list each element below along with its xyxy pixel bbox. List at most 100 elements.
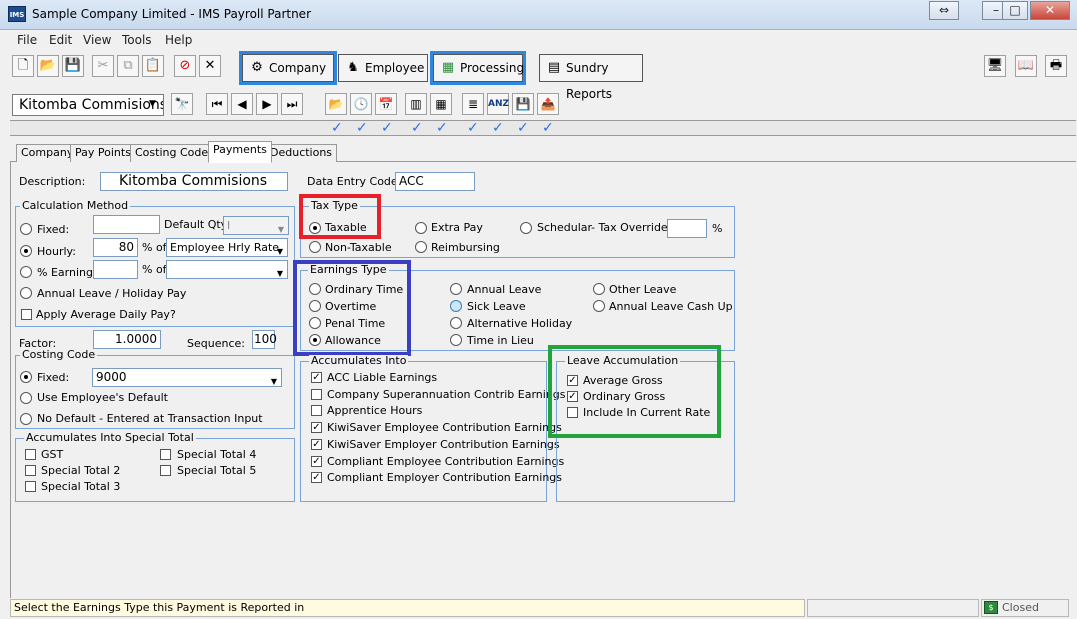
special-total-2-checkbox[interactable]: [25, 465, 36, 476]
hourly-label: Hourly:: [37, 245, 76, 258]
last-record-icon[interactable]: ⏭: [281, 93, 303, 115]
costing-code-select[interactable]: 9000 ▼: [92, 368, 282, 387]
gst-checkbox[interactable]: [25, 449, 36, 460]
tab-costing-codes[interactable]: Costing Codes: [130, 144, 219, 162]
leave-accumulation-item-checkbox[interactable]: ✓: [567, 391, 578, 402]
fixed-radio[interactable]: [20, 223, 32, 235]
use-default-radio[interactable]: [20, 392, 32, 404]
leave-accumulation-item-checkbox[interactable]: ✓: [567, 375, 578, 386]
annual-leave-radio[interactable]: [20, 287, 32, 299]
pct-earnings-radio[interactable]: [20, 266, 32, 278]
paste-icon[interactable]: 📋: [142, 55, 164, 77]
employee-button[interactable]: ♞ Employee: [338, 54, 428, 82]
penal-time-radio[interactable]: [309, 317, 321, 329]
prev-record-icon[interactable]: ◀: [231, 93, 253, 115]
first-record-icon[interactable]: ⏮: [206, 93, 228, 115]
maximize-button[interactable]: □: [1002, 1, 1028, 20]
new-icon[interactable]: 🗋: [12, 55, 34, 77]
description-input[interactable]: Kitomba Commisions: [100, 172, 288, 191]
export-icon[interactable]: 📤: [537, 93, 559, 115]
pct-earnings-input[interactable]: [93, 260, 138, 279]
factor-input[interactable]: 1.0000: [93, 330, 161, 349]
data-entry-code-label: Data Entry Code:: [307, 175, 402, 188]
cut-icon[interactable]: ✂: [92, 55, 114, 77]
sundry-reports-button[interactable]: ▤ Sundry Reports: [539, 54, 643, 101]
alternative-holiday-radio[interactable]: [450, 317, 462, 329]
hourly-input[interactable]: 80: [93, 238, 138, 257]
non-taxable-radio[interactable]: [309, 241, 321, 253]
schedular-radio[interactable]: [520, 222, 532, 234]
processing-button[interactable]: ▦ Processing: [433, 54, 524, 82]
default-qty-select[interactable]: I ▼: [223, 216, 289, 235]
tab-payments[interactable]: Payments: [208, 141, 272, 163]
accumulates-item-checkbox[interactable]: ✓: [311, 372, 322, 383]
costing-fixed-radio[interactable]: [20, 371, 32, 383]
monitor-icon[interactable]: 🖥: [984, 55, 1006, 77]
bank-icon[interactable]: ANZ: [487, 93, 509, 115]
accumulates-item-checkbox[interactable]: [311, 405, 322, 417]
menu-tools[interactable]: Tools: [122, 33, 152, 47]
annual-leave-type-radio[interactable]: [450, 283, 462, 295]
open-icon[interactable]: 📂: [325, 93, 347, 115]
hourly-rate-select[interactable]: Employee Hrly Rate ▼: [166, 238, 288, 257]
data-entry-code-input[interactable]: ACC: [395, 172, 475, 191]
accumulates-item-checkbox[interactable]: ✓: [311, 472, 322, 484]
record-select[interactable]: Kitomba Commisions: [12, 94, 164, 116]
tab-deductions[interactable]: Deductions: [265, 144, 338, 162]
check-icon: ✓: [381, 120, 393, 136]
chevron-down-icon[interactable]: ▼: [149, 99, 156, 109]
cancel-icon[interactable]: ⊘: [174, 55, 196, 77]
save-icon[interactable]: 💾: [62, 55, 84, 77]
annual-leave-cash-up-radio[interactable]: [593, 300, 605, 312]
fixed-amount-input[interactable]: [93, 215, 160, 234]
disk-icon[interactable]: 💾: [512, 93, 534, 115]
accumulates-item-checkbox[interactable]: [311, 388, 322, 400]
tab-pay-points[interactable]: Pay Points: [70, 144, 136, 162]
special-total-3-checkbox[interactable]: [25, 481, 36, 492]
annual-leave-cash-up-label: Annual Leave Cash Up: [609, 300, 733, 313]
accumulates-item-checkbox[interactable]: ✓: [311, 438, 322, 450]
other-leave-radio[interactable]: [593, 283, 605, 295]
company-button[interactable]: ⚙ Company: [242, 54, 334, 82]
hourly-radio[interactable]: [20, 245, 32, 257]
time-in-lieu-radio[interactable]: [450, 334, 462, 346]
menu-edit[interactable]: Edit: [49, 33, 72, 47]
copy-icon[interactable]: ⧉: [117, 55, 139, 77]
special-total-5-checkbox[interactable]: [160, 465, 171, 476]
allowance-radio[interactable]: [309, 334, 321, 346]
taxable-radio[interactable]: [309, 222, 321, 234]
menu-file[interactable]: File: [17, 33, 37, 47]
tax-override-input[interactable]: [667, 219, 707, 238]
find-icon[interactable]: 🔭: [171, 93, 193, 115]
delete-icon[interactable]: ✕: [199, 55, 221, 77]
open-folder-icon[interactable]: 📂: [37, 55, 59, 77]
payslip-icon[interactable]: ▥: [405, 93, 427, 115]
clock-icon[interactable]: 🕓: [350, 93, 372, 115]
close-button[interactable]: ✕: [1030, 1, 1070, 20]
calendar-icon[interactable]: 📅: [375, 93, 397, 115]
alternative-holiday-label: Alternative Holiday: [467, 317, 573, 330]
menu-view[interactable]: View: [83, 33, 111, 47]
leave-accumulation-item-checkbox[interactable]: [567, 407, 578, 418]
restore-icon[interactable]: ⇔: [929, 1, 959, 20]
next-record-icon[interactable]: ▶: [256, 93, 278, 115]
ordinary-time-radio[interactable]: [309, 283, 321, 295]
no-default-radio[interactable]: [20, 413, 32, 425]
accumulates-item-checkbox[interactable]: ✓: [311, 422, 322, 434]
reimbursing-radio[interactable]: [415, 241, 427, 253]
special-total-4-checkbox[interactable]: [160, 449, 171, 460]
special-total-title: Accumulates Into Special Total: [24, 431, 196, 444]
sick-leave-radio[interactable]: [450, 300, 462, 312]
list-icon[interactable]: ≣: [462, 93, 484, 115]
tab-company[interactable]: Company: [16, 144, 79, 162]
menu-help[interactable]: Help: [165, 33, 192, 47]
printer-icon[interactable]: 🖶: [1045, 55, 1067, 77]
sequence-input[interactable]: 100: [252, 330, 277, 349]
overtime-radio[interactable]: [309, 300, 321, 312]
accumulates-item-checkbox[interactable]: ✓: [311, 455, 322, 467]
grid-icon[interactable]: ▦: [430, 93, 452, 115]
book-icon[interactable]: 📖: [1015, 55, 1037, 77]
pct-earnings-select[interactable]: ▼: [166, 260, 288, 279]
apply-avg-checkbox[interactable]: [21, 309, 32, 320]
extra-pay-radio[interactable]: [415, 222, 427, 234]
